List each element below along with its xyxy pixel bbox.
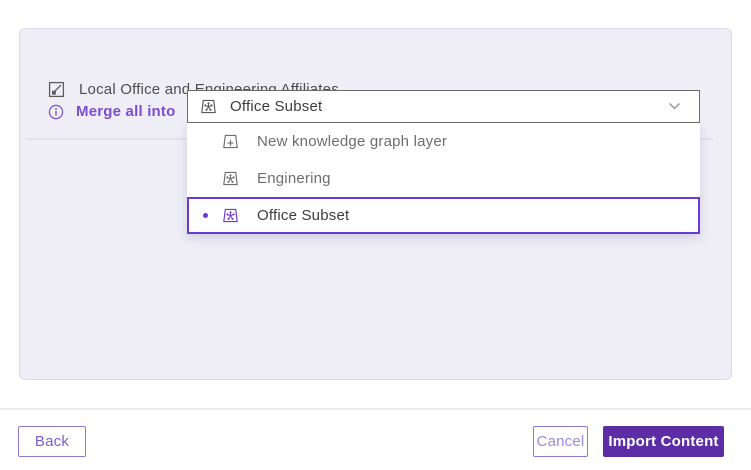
dropdown-option-enginering[interactable]: Enginering (187, 160, 700, 197)
dropdown-option-label: Office Subset (257, 207, 349, 224)
merge-target-select-value: Office Subset (230, 98, 668, 115)
new-knowledge-graph-layer-icon (222, 133, 239, 150)
selected-bullet-icon (203, 213, 208, 218)
import-content-dialog: Local Office and Engineering Affiliates … (0, 0, 751, 470)
dropdown-option-new-knowledge-graph-layer[interactable]: New knowledge graph layer (187, 123, 700, 160)
dropdown-option-office-subset-selected[interactable]: Office Subset (187, 197, 700, 234)
knowledge-graph-layer-icon (200, 98, 217, 115)
merge-into-label: Merge all into (76, 103, 175, 120)
chevron-down-icon (668, 102, 681, 111)
back-button[interactable]: Back (18, 426, 86, 457)
dropdown-option-label: New knowledge graph layer (257, 133, 447, 150)
knowledge-graph-layer-icon (222, 207, 239, 224)
dropdown-option-label: Enginering (257, 170, 331, 187)
cancel-button[interactable]: Cancel (533, 426, 588, 457)
import-content-button[interactable]: Import Content (603, 426, 724, 457)
merge-target-select[interactable]: Office Subset (187, 90, 700, 123)
merge-into-row: Merge all into (48, 95, 175, 128)
info-circle-icon[interactable] (48, 104, 64, 120)
knowledge-graph-layer-icon (222, 170, 239, 187)
merge-target-dropdown: New knowledge graph layer Enginering (187, 123, 700, 234)
footer-divider (0, 408, 751, 410)
